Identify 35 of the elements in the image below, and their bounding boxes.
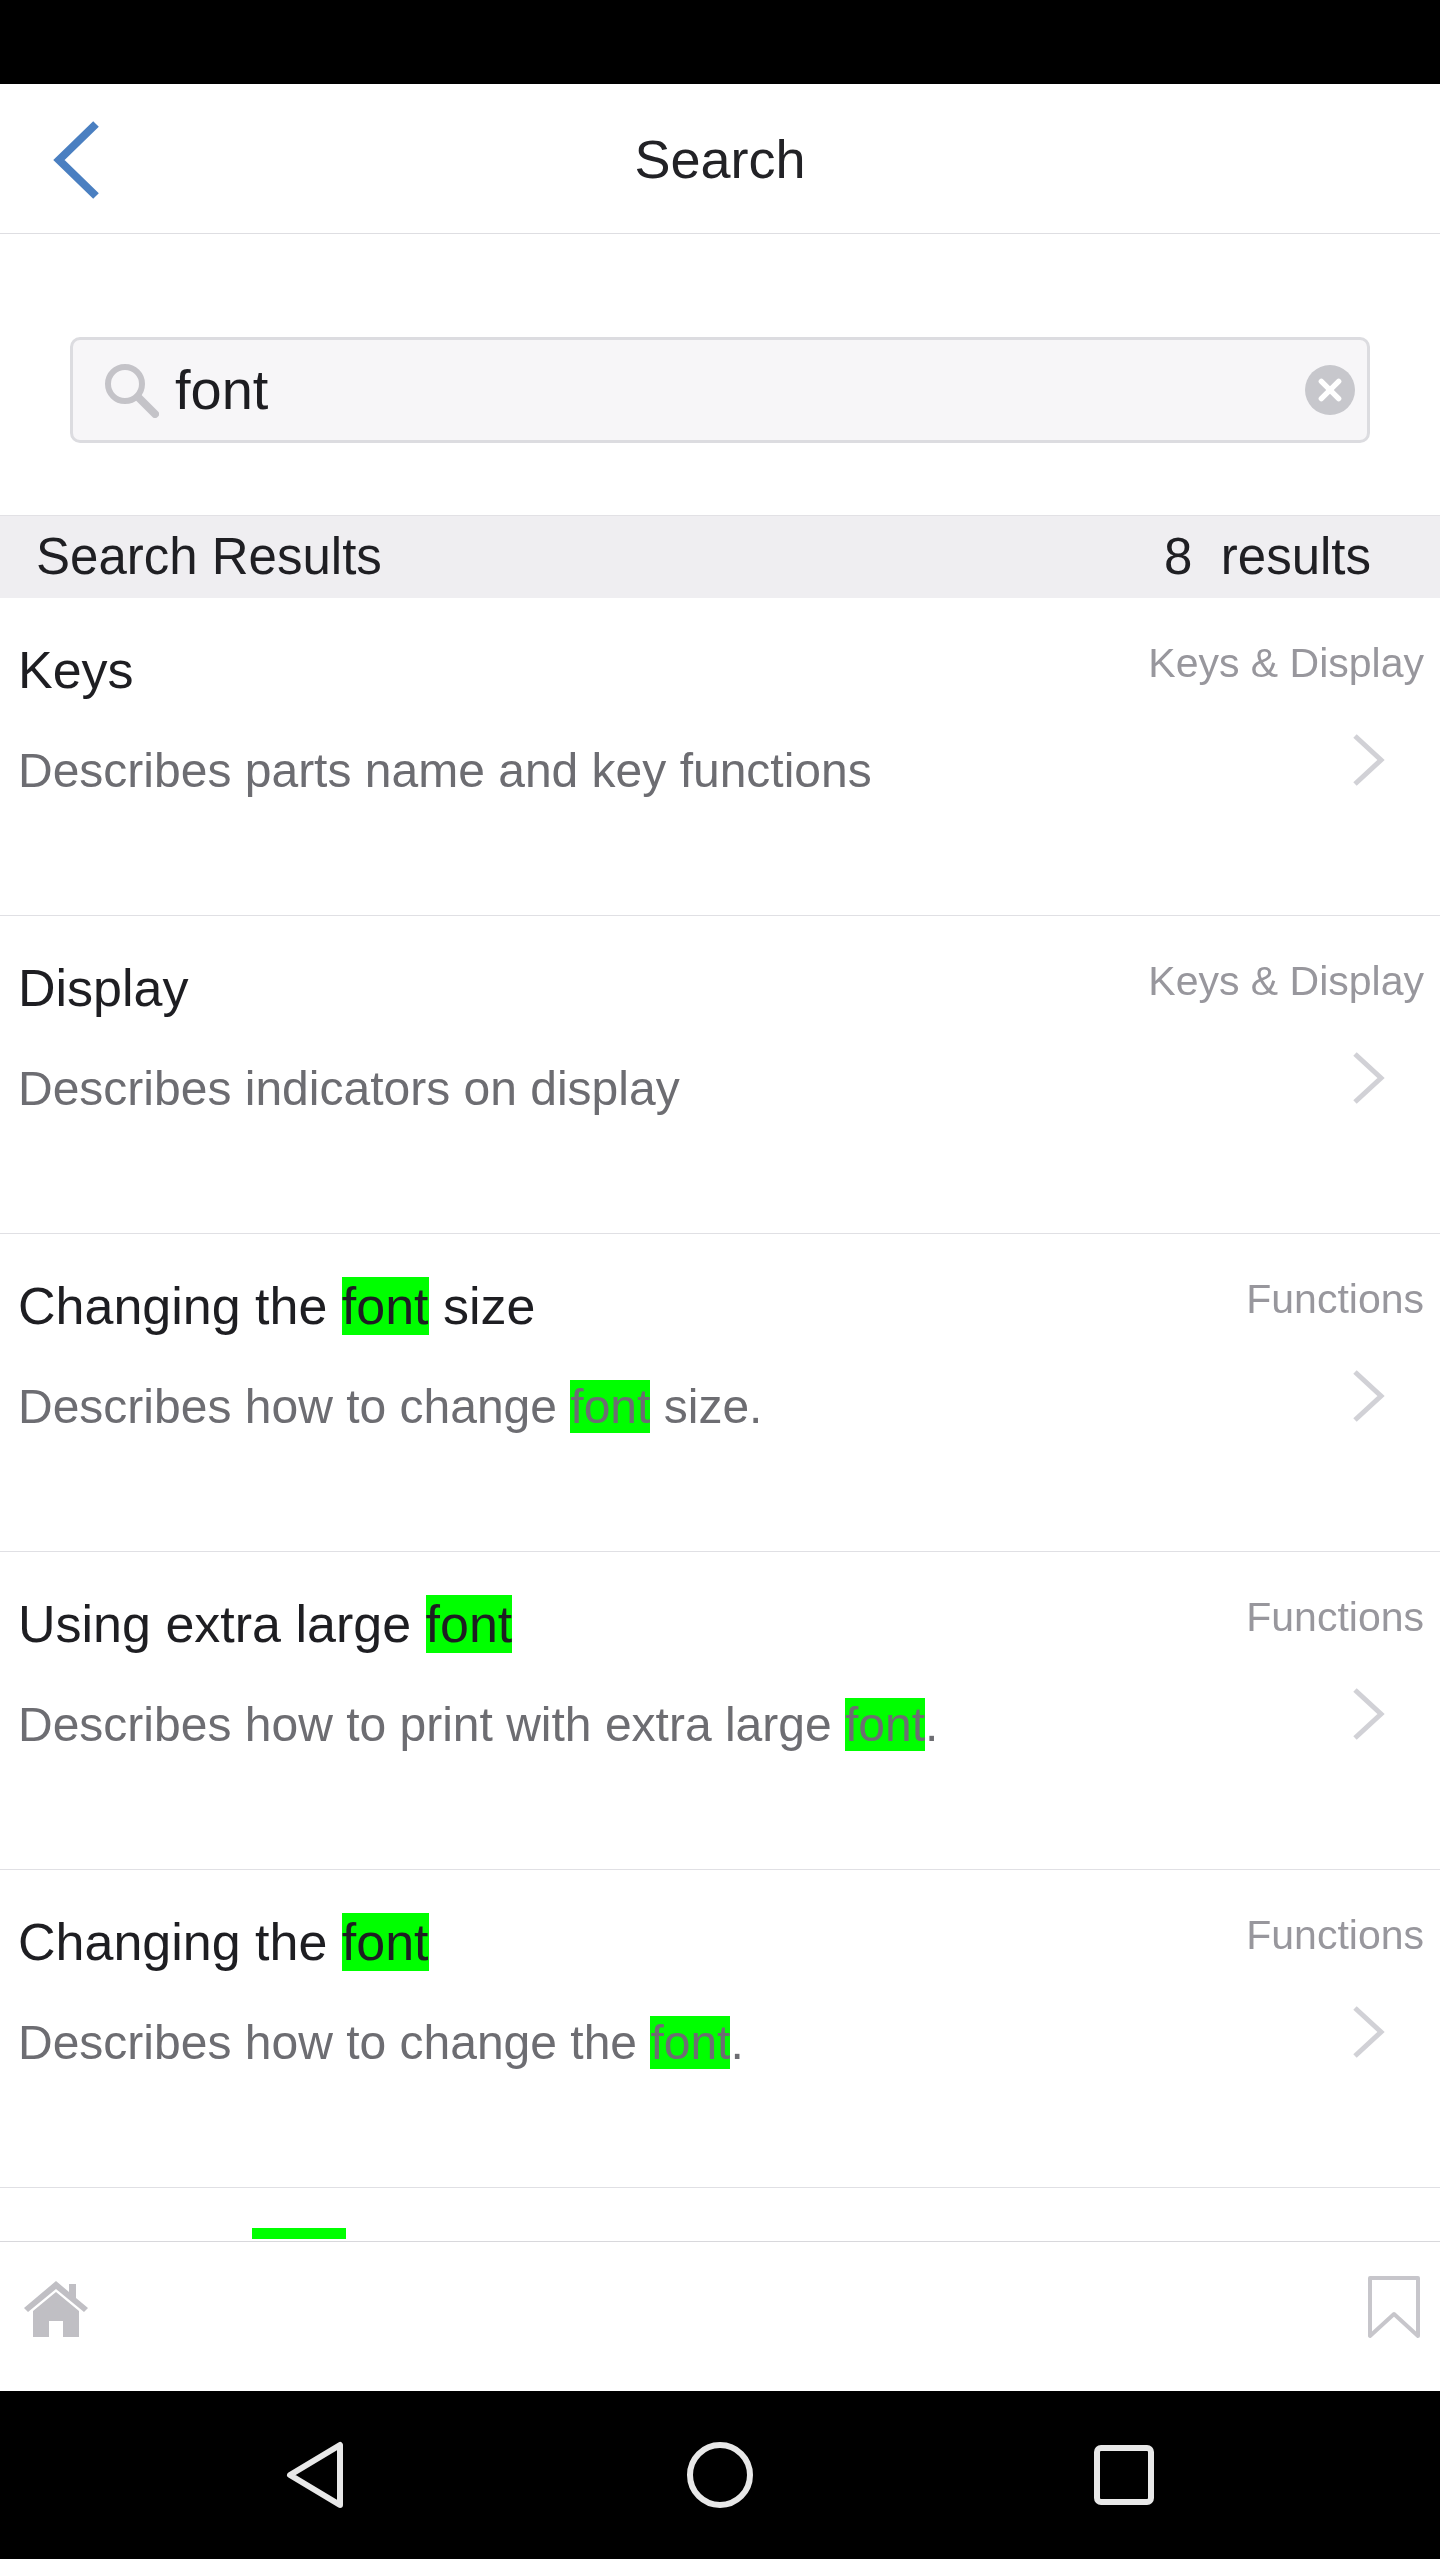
results-count: 8 results [1164,527,1371,587]
result-category: Keys & Display [1148,957,1424,1005]
result-description: Describes how to change font size. [18,1379,763,1435]
back-triangle-icon [286,2441,346,2509]
result-category: Functions [1246,1275,1424,1323]
search-field[interactable]: font [70,337,1370,443]
circle-icon [686,2441,754,2509]
result-title: Keys [18,640,134,701]
result-title: Changing the font [18,1912,429,1973]
result-description: Describes how to change the font. [18,2015,744,2071]
chevron-right-icon [1351,1051,1385,1105]
search-icon [103,362,159,418]
home-icon [23,2279,89,2337]
chevron-right-icon [1351,1369,1385,1423]
result-description: Describes parts name and key functions [18,743,872,799]
result-description: Describes indicators on display [18,1061,680,1117]
result-title: Changing the font size [18,1276,536,1337]
chevron-right-icon [1351,733,1385,787]
result-title: Using extra large font [18,1594,513,1655]
recents-nav-button[interactable] [1094,2445,1154,2505]
page-title: Search [634,127,806,191]
result-description: Describes how to print with extra large font. [18,1697,939,1753]
back-chevron-icon [52,121,100,199]
results-heading: Search Results [36,527,382,587]
result-category: Keys & Display [1148,639,1424,687]
home-nav-button[interactable] [686,2441,754,2509]
result-category: Functions [1246,1911,1424,1959]
result-title: Display [18,958,189,1019]
result-category: Functions [1246,1593,1424,1641]
bookmark-icon [1367,2275,1421,2339]
chevron-right-icon [1351,2005,1385,2059]
chevron-right-icon [1351,1687,1385,1741]
back-nav-button[interactable] [286,2441,346,2509]
square-icon [1094,2445,1154,2505]
close-icon [1317,377,1343,403]
